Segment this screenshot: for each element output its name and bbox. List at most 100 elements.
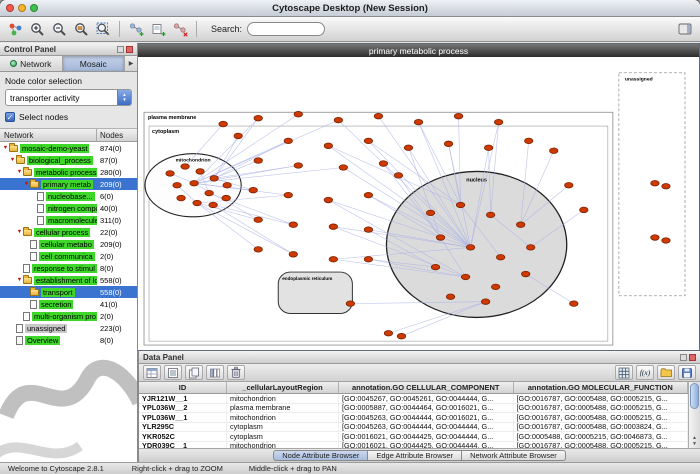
close-panel-icon[interactable]	[689, 354, 696, 361]
zoom-in-button[interactable]	[27, 19, 47, 39]
graph-node[interactable]	[196, 169, 204, 175]
tree-item[interactable]: ▼ biological_process 87(0)	[0, 154, 137, 166]
expand-toggle-icon[interactable]: ▼	[16, 277, 23, 283]
graph-node[interactable]	[284, 138, 292, 144]
graph-node[interactable]	[364, 192, 372, 198]
graph-node[interactable]	[234, 133, 242, 139]
scrollbar-arrows[interactable]: ▲ ▼	[689, 435, 700, 447]
scroll-down-icon[interactable]: ▼	[689, 441, 700, 447]
graph-node[interactable]	[651, 235, 659, 241]
tree-item[interactable]: nitrogen compo 40(0)	[0, 202, 137, 214]
expand-toggle-icon[interactable]: ▼	[23, 181, 30, 187]
graph-node[interactable]	[346, 301, 354, 307]
graph-node[interactable]	[254, 247, 262, 253]
graph-node[interactable]	[397, 333, 405, 339]
graph-node[interactable]	[651, 181, 659, 187]
graph-node[interactable]	[414, 119, 422, 125]
tree-item-selected[interactable]: ▼ primary metab 209(0)	[0, 178, 137, 190]
tree-item[interactable]: Overview 8(0)	[0, 334, 137, 346]
column-header-region[interactable]: _cellularLayoutRegion	[227, 382, 339, 393]
zoom-fit-button[interactable]	[93, 19, 113, 39]
graph-node[interactable]	[461, 274, 469, 280]
graph-node[interactable]	[516, 222, 524, 228]
birdseye-view[interactable]	[0, 346, 137, 462]
graph-node[interactable]	[249, 187, 257, 193]
graph-node[interactable]	[289, 252, 297, 258]
cytopanel-toggle-button[interactable]	[675, 19, 695, 39]
table-row[interactable]: YJR121W__1 mitochondrion [GO:0045267, GO…	[139, 394, 688, 404]
tab-overflow-button[interactable]: ▶	[125, 56, 137, 71]
vertical-scrollbar[interactable]: ▲ ▼	[688, 382, 700, 448]
graph-node[interactable]	[484, 145, 492, 151]
graph-node[interactable]	[662, 183, 670, 189]
tree-item[interactable]: ▼ metabolic process 280(0)	[0, 166, 137, 178]
graph-node[interactable]	[466, 245, 474, 251]
column-header-id[interactable]: ID	[139, 382, 227, 393]
graph-node[interactable]	[496, 255, 504, 261]
graph-node[interactable]	[364, 227, 372, 233]
graph-node[interactable]	[177, 195, 185, 201]
tab-network[interactable]: Network	[0, 56, 63, 71]
close-window-button[interactable]	[6, 4, 14, 12]
graph-node[interactable]	[364, 256, 372, 262]
graph-node[interactable]	[494, 119, 502, 125]
graph-node[interactable]	[254, 217, 262, 223]
tab-mosaic[interactable]: Mosaic	[63, 56, 126, 71]
graph-node[interactable]	[219, 121, 227, 127]
graph-node[interactable]	[379, 161, 387, 167]
column-header-molecular-function[interactable]: annotation.GO MOLECULAR_FUNCTION	[514, 382, 689, 393]
tab-network-attribute-browser[interactable]: Network Attribute Browser	[462, 450, 566, 461]
tree-item[interactable]: macromolecule 311(0)	[0, 214, 137, 226]
table-row[interactable]: YLR295C cytoplasm [GO:0045263, GO:004444…	[139, 423, 688, 433]
graph-node[interactable]	[339, 165, 347, 171]
graph-node[interactable]	[209, 202, 217, 208]
graph-node[interactable]	[384, 330, 392, 336]
column-header-cellular-component[interactable]: annotation.GO CELLULAR_COMPONENT	[339, 382, 514, 393]
scrollbar-thumb[interactable]	[690, 383, 699, 409]
column-settings-button[interactable]	[206, 365, 224, 380]
graph-node[interactable]	[394, 173, 402, 179]
minimize-window-button[interactable]	[18, 4, 26, 12]
graph-node[interactable]	[284, 192, 292, 198]
graph-node[interactable]	[324, 143, 332, 149]
table-row[interactable]: YPL036W__2 plasma membrane [GO:0005887, …	[139, 404, 688, 414]
graph-node[interactable]	[329, 256, 337, 262]
float-panel-icon[interactable]	[117, 46, 124, 53]
visual-styles-button[interactable]	[5, 19, 25, 39]
graph-node[interactable]	[210, 176, 218, 182]
destroy-network-button[interactable]	[170, 19, 190, 39]
graph-node[interactable]	[444, 141, 452, 147]
graph-node[interactable]	[446, 294, 454, 300]
graph-node[interactable]	[334, 117, 342, 123]
zoom-out-button[interactable]	[49, 19, 69, 39]
graph-node[interactable]	[404, 145, 412, 151]
graph-node[interactable]	[524, 138, 532, 144]
select-attributes-button[interactable]	[143, 365, 161, 380]
expand-toggle-icon[interactable]: ▼	[16, 169, 23, 175]
tree-item[interactable]: secretion 41(0)	[0, 298, 137, 310]
graph-node[interactable]	[570, 301, 578, 307]
graph-node[interactable]	[526, 245, 534, 251]
graph-node[interactable]	[324, 197, 332, 203]
import-attributes-button[interactable]	[657, 365, 675, 380]
color-attribute-select[interactable]: transporter activity ▲▼	[5, 89, 132, 106]
search-input[interactable]	[247, 22, 325, 36]
tree-item[interactable]: cell communica 2(0)	[0, 250, 137, 262]
graph-node[interactable]	[481, 299, 489, 305]
graph-node[interactable]	[205, 190, 213, 196]
graph-node[interactable]	[222, 195, 230, 201]
formula-builder-button[interactable]: f(x)	[636, 365, 654, 380]
create-view-button[interactable]	[148, 19, 168, 39]
network-view-titlebar[interactable]: primary metabolic process	[138, 44, 699, 57]
tree-item[interactable]: multi-organism pro 2(0)	[0, 310, 137, 322]
delete-attribute-button[interactable]	[227, 365, 245, 380]
new-attribute-button[interactable]	[185, 365, 203, 380]
graph-node[interactable]	[294, 163, 302, 169]
network-canvas[interactable]: plasma membrane cytoplasm mitochondrion …	[138, 57, 699, 350]
expand-toggle-icon[interactable]: ▼	[2, 145, 9, 151]
graph-node[interactable]	[550, 148, 558, 154]
table-row[interactable]: YKR052C cytoplasm [GO:0016021, GO:004442…	[139, 432, 688, 442]
unselect-attributes-button[interactable]	[164, 365, 182, 380]
tree-item[interactable]: ▼ establishment of lo 558(0)	[0, 274, 137, 286]
graph-node[interactable]	[491, 284, 499, 290]
